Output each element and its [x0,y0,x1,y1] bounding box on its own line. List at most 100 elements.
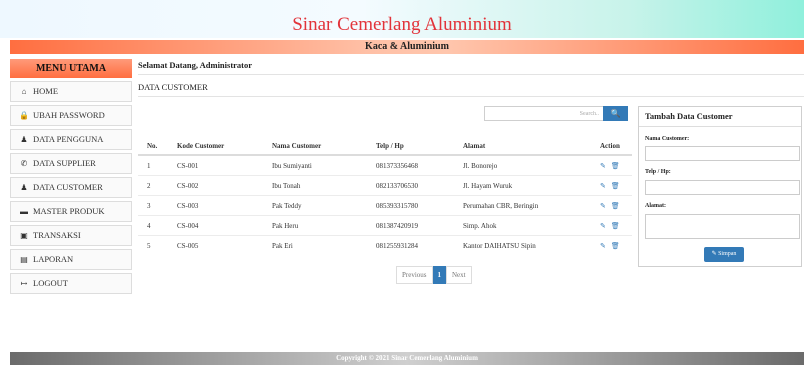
column-header[interactable]: Kode Customer [168,138,263,156]
panel-title: Tambah Data Customer [639,107,801,127]
sidebar: MENU UTAMA ⌂ HOME 🔒 UBAH PASSWORD ♟ DATA PENG… [10,59,132,294]
edit-icon: ✎ [711,251,717,257]
column-header[interactable]: Nama Customer [263,138,367,156]
table-cell: 082133706530 [367,175,454,196]
delete-icon[interactable]: 🗑 [611,242,620,250]
table-cell: Jl. Hayam Wuruk [454,175,591,196]
home-icon: ⌂ [21,87,27,96]
column-header[interactable]: No. [138,138,168,156]
sidebar-item-label: DATA PENGGUNA [33,134,104,144]
sidebar-item-label: HOME [33,86,59,96]
folder-icon: ▬ [20,207,28,216]
table-cell: Pak Heru [263,215,367,236]
customer-table: No. Kode Customer Nama Customer Telp / H… [138,138,632,255]
table-row: 5 CS-005 Pak Eri 081255931284 Kantor DAIHATS… [138,235,632,255]
sidebar-item-label: UBAH PASSWORD [33,110,105,120]
sidebar-item-data-supplier[interactable]: ✆ DATA SUPPLIER [10,153,132,174]
edit-icon[interactable]: ✎ [600,222,606,230]
phone-label: Telp / Hp: [645,169,671,175]
column-header[interactable]: Alamat [454,138,591,156]
column-header[interactable]: Telp / Hp [367,138,454,156]
table-cell: CS-004 [168,215,263,236]
table-cell: 081373356468 [367,154,454,176]
pagination: Previous 1 Next [396,266,472,284]
sidebar-item-transaksi[interactable]: ▣ TRANSAKSI [10,225,132,246]
edit-icon[interactable]: ✎ [600,242,606,250]
table-cell: Ibu Sumiyanti [263,154,367,176]
sidebar-item-label: LAPORAN [33,254,74,264]
sidebar-item-ubah-password[interactable]: 🔒 UBAH PASSWORD [10,105,132,126]
sidebar-item-label: DATA CUSTOMER [33,182,103,192]
file-icon: ▤ [20,255,28,264]
table-cell: CS-002 [168,175,263,196]
action-cell: ✎ 🗑 [591,215,632,236]
logout-icon: ↦ [20,279,28,288]
sidebar-item-data-pengguna[interactable]: ♟ DATA PENGGUNA [10,129,132,150]
table-cell: Pak Teddy [263,195,367,216]
table-cell: 3 [138,195,168,216]
search-button[interactable]: 🔍 [603,106,628,121]
divider [138,96,804,97]
edit-icon[interactable]: ✎ [600,162,606,170]
table-row: 3 CS-003 Pak Teddy 085393315780 Perumahan CB… [138,195,632,216]
next-page-button[interactable]: Next [446,266,472,284]
phone-field[interactable] [645,180,800,195]
user-icon: ♟ [20,135,28,144]
table-cell: CS-005 [168,235,263,255]
table-row: 4 CS-004 Pak Heru 081387420919 Simp. Ahok ✎ 🗑 [138,215,632,236]
address-textarea[interactable] [645,214,800,239]
save-button[interactable]: ✎ Simpan [704,247,744,262]
sidebar-item-label: TRANSAKSI [33,230,81,240]
welcome-text: Selamat Datang, Administrator [138,60,253,70]
edit-icon[interactable]: ✎ [600,202,606,210]
search-bar: 🔍 [484,106,628,121]
table-cell: Perumahan CBR, Beringin [454,195,591,216]
page-title: DATA CUSTOMER [138,82,208,92]
delete-icon[interactable]: 🗑 [611,222,620,230]
sidebar-item-label: LOGOUT [33,278,68,288]
table-cell: Ibu Tonah [263,175,367,196]
action-cell: ✎ 🗑 [591,175,632,196]
divider [138,74,804,75]
table-cell: Jl. Bonorejo [454,154,591,176]
sidebar-item-home[interactable]: ⌂ HOME [10,81,132,102]
sidebar-heading: MENU UTAMA [10,59,132,78]
action-cell: ✎ 🗑 [591,195,632,216]
column-header: Action [591,138,632,156]
table-cell: 4 [138,215,168,236]
users-icon: ♟ [20,183,28,192]
sidebar-item-master-produk[interactable]: ▬ MASTER PRODUK [10,201,132,222]
delete-icon[interactable]: 🗑 [611,182,620,190]
phone-icon: ✆ [20,159,28,168]
lock-icon: 🔒 [19,111,29,120]
sidebar-item-label: DATA SUPPLIER [33,158,96,168]
table-cell: 085393315780 [367,195,454,216]
action-cell: ✎ 🗑 [591,154,632,176]
table-cell: Simp. Ahok [454,215,591,236]
name-label: Nama Customer: [645,136,690,142]
add-customer-panel: Tambah Data Customer Nama Customer: Telp… [638,106,802,267]
site-title: Sinar Cemerlang Aluminium [292,14,512,35]
table-cell: 1 [138,154,168,176]
edit-icon[interactable]: ✎ [600,182,606,190]
page-1-button[interactable]: 1 [432,266,446,284]
sidebar-item-data-customer[interactable]: ♟ DATA CUSTOMER [10,177,132,198]
table-cell: 2 [138,175,168,196]
sidebar-item-laporan[interactable]: ▤ LAPORAN [10,249,132,270]
previous-page-button[interactable]: Previous [396,266,433,284]
app-header: Sinar Cemerlang Aluminium [0,0,804,38]
sidebar-item-logout[interactable]: ↦ LOGOUT [10,273,132,294]
table-cell: 081255931284 [367,235,454,255]
search-icon: 🔍 [610,109,621,118]
table-cell: Pak Eri [263,235,367,255]
table-cell: CS-001 [168,154,263,176]
table-cell: 5 [138,235,168,255]
table-cell: Kantor DAIHATSU Sipin [454,235,591,255]
table-header-row: No. Kode Customer Nama Customer Telp / H… [138,138,632,156]
table-cell: CS-003 [168,195,263,216]
delete-icon[interactable]: 🗑 [611,202,620,210]
delete-icon[interactable]: 🗑 [611,162,620,170]
search-input[interactable] [484,106,603,121]
customer-name-field[interactable] [645,146,800,161]
action-cell: ✎ 🗑 [591,235,632,255]
